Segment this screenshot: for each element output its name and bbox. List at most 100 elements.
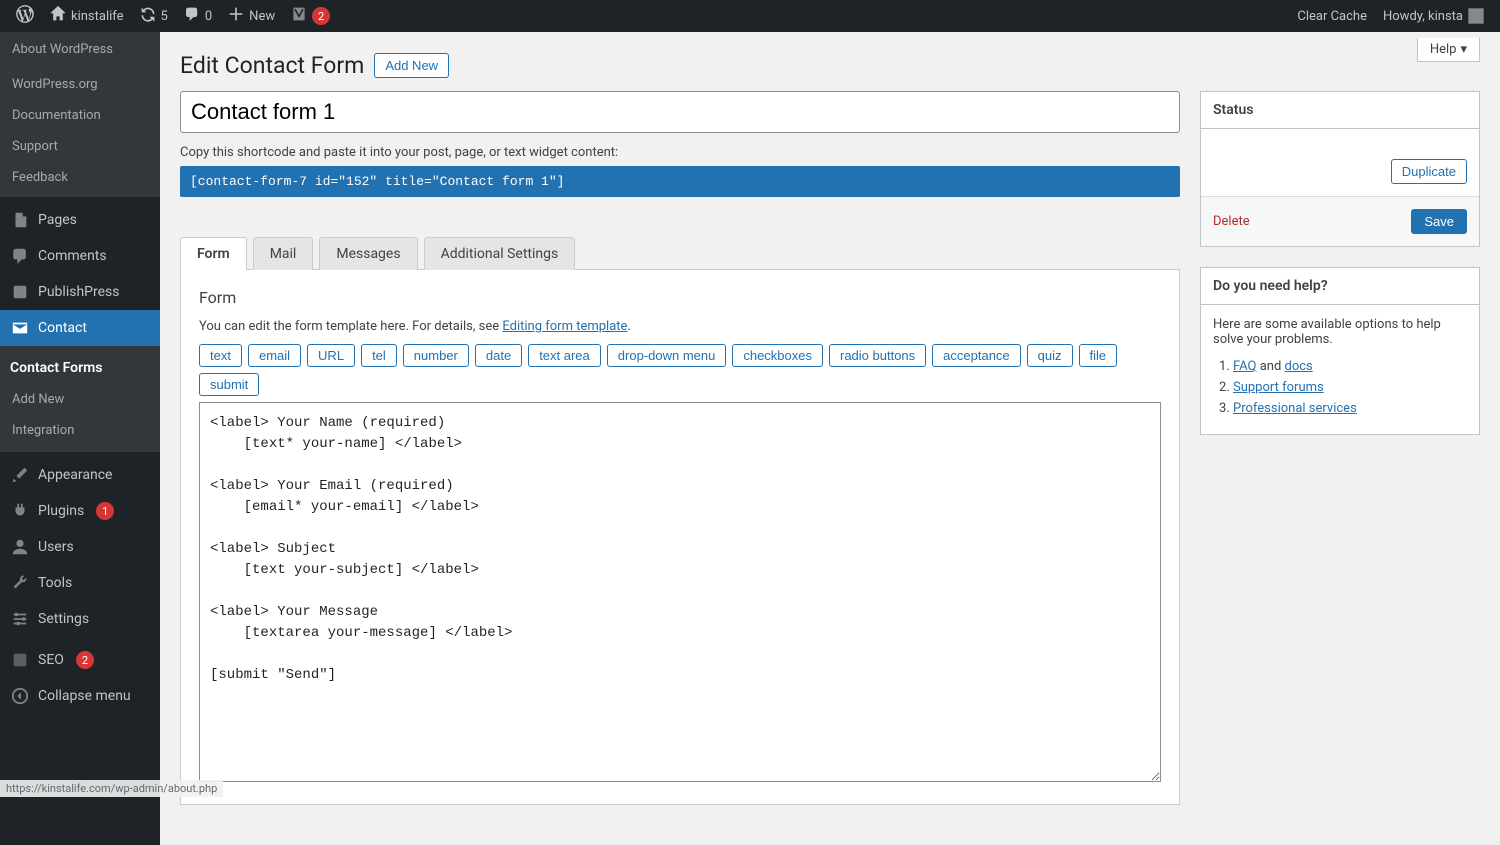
sidebar-collapse[interactable]: Collapse menu	[0, 678, 160, 714]
status-box: Status Duplicate Delete Save	[1200, 91, 1480, 247]
tag-button-email[interactable]: email	[248, 344, 301, 367]
yoast-icon	[291, 6, 307, 26]
sidebar-item-contact[interactable]: Contact	[0, 310, 160, 346]
pro-services-link[interactable]: Professional services	[1233, 401, 1357, 416]
tab-form[interactable]: Form	[180, 237, 247, 270]
new-content-link[interactable]: New	[220, 0, 283, 32]
account-link[interactable]: Howdy, kinsta	[1375, 0, 1492, 32]
help-item-support: Support forums	[1233, 380, 1467, 395]
user-icon	[10, 537, 30, 557]
home-icon	[50, 6, 66, 26]
help-box-intro: Here are some available options to help …	[1213, 317, 1467, 347]
support-forums-link[interactable]: Support forums	[1233, 380, 1324, 395]
sidebar-item-about[interactable]: About WordPress	[0, 32, 160, 65]
tag-button-text-area[interactable]: text area	[528, 344, 601, 367]
wp-logo[interactable]	[8, 0, 42, 32]
site-name-link[interactable]: kinstalife	[42, 0, 132, 32]
tag-button-text[interactable]: text	[199, 344, 242, 367]
help-box-title: Do you need help?	[1201, 268, 1479, 305]
tag-button-date[interactable]: date	[475, 344, 522, 367]
tag-button-quiz[interactable]: quiz	[1027, 344, 1073, 367]
sidebar-item-feedback[interactable]: Feedback	[0, 162, 160, 193]
admin-bar: kinstalife 5 0 New 2 Clear Cache Howdy, …	[0, 0, 1500, 32]
pages-icon	[10, 210, 30, 230]
comments-icon	[10, 246, 30, 266]
tag-button-drop-down-menu[interactable]: drop-down menu	[607, 344, 727, 367]
publishpress-icon	[10, 282, 30, 302]
tag-button-acceptance[interactable]: acceptance	[932, 344, 1021, 367]
tag-buttons: text email URL tel number date text area drop-d…	[199, 344, 1161, 396]
clear-cache-link[interactable]: Clear Cache	[1289, 0, 1375, 32]
sidebar-item-support[interactable]: Support	[0, 131, 160, 162]
status-box-title: Status	[1201, 92, 1479, 129]
duplicate-button[interactable]: Duplicate	[1391, 159, 1467, 184]
tab-messages[interactable]: Messages	[319, 237, 417, 270]
tab-additional[interactable]: Additional Settings	[424, 237, 576, 270]
admin-sidebar: About WordPress WordPress.org Documentat…	[0, 32, 160, 845]
tag-button-file[interactable]: file	[1079, 344, 1118, 367]
sidebar-item-settings[interactable]: Settings	[0, 601, 160, 637]
sidebar-item-comments[interactable]: Comments	[0, 238, 160, 274]
sidebar-item-pages[interactable]: Pages	[0, 202, 160, 238]
sidebar-item-users[interactable]: Users	[0, 529, 160, 565]
tab-mail[interactable]: Mail	[253, 237, 314, 270]
plus-icon	[228, 6, 244, 26]
page-title: Edit Contact Form	[180, 52, 364, 79]
form-template-textarea[interactable]	[199, 402, 1161, 782]
avatar	[1468, 8, 1484, 24]
seo-count-badge: 2	[76, 651, 94, 669]
sidebar-item-plugins[interactable]: Plugins1	[0, 493, 160, 529]
form-panel-desc: You can edit the form template here. For…	[199, 319, 1161, 334]
chevron-down-icon: ▾	[1460, 42, 1467, 57]
docs-link[interactable]: docs	[1285, 359, 1313, 374]
comments-count: 0	[205, 9, 212, 24]
tab-panel-form: Form You can edit the form template here…	[180, 269, 1180, 805]
faq-link[interactable]: FAQ	[1233, 359, 1256, 374]
mail-icon	[10, 318, 30, 338]
tag-button-radio-buttons[interactable]: radio buttons	[829, 344, 926, 367]
sidebar-item-appearance[interactable]: Appearance	[0, 457, 160, 493]
wrench-icon	[10, 573, 30, 593]
collapse-icon	[10, 686, 30, 706]
tag-button-checkboxes[interactable]: checkboxes	[732, 344, 823, 367]
plug-icon	[10, 501, 30, 521]
main-content: Help▾ Edit Contact Form Add New Copy thi…	[160, 32, 1500, 845]
shortcode-box[interactable]: [contact-form-7 id="152" title="Contact …	[180, 166, 1180, 197]
tag-button-number[interactable]: number	[403, 344, 469, 367]
updates-count: 5	[161, 9, 168, 24]
yoast-count-badge: 2	[312, 7, 330, 25]
help-box: Do you need help? Here are some availabl…	[1200, 267, 1480, 435]
sidebar-item-integration[interactable]: Integration	[0, 415, 160, 446]
browser-status-url: https://kinstalife.com/wp-admin/about.ph…	[0, 780, 223, 797]
help-item-pro: Professional services	[1233, 401, 1467, 416]
sidebar-item-seo[interactable]: SEO2	[0, 642, 160, 678]
brush-icon	[10, 465, 30, 485]
wordpress-icon	[16, 5, 34, 27]
comments-link[interactable]: 0	[176, 0, 220, 32]
add-new-button[interactable]: Add New	[374, 53, 449, 78]
save-button[interactable]: Save	[1411, 209, 1467, 234]
sidebar-item-add-new[interactable]: Add New	[0, 384, 160, 415]
tabs-nav: Form Mail Messages Additional Settings	[180, 237, 1180, 270]
sliders-icon	[10, 609, 30, 629]
sidebar-item-tools[interactable]: Tools	[0, 565, 160, 601]
tag-button-URL[interactable]: URL	[307, 344, 355, 367]
sidebar-item-wporg[interactable]: WordPress.org	[0, 69, 160, 100]
sidebar-item-contact-forms[interactable]: Contact Forms	[0, 352, 160, 384]
editing-template-link[interactable]: Editing form template	[502, 319, 627, 334]
yoast-icon	[10, 650, 30, 670]
sidebar-item-publishpress[interactable]: PublishPress	[0, 274, 160, 310]
tag-button-submit[interactable]: submit	[199, 373, 259, 396]
new-label: New	[249, 9, 275, 24]
yoast-link[interactable]: 2	[283, 0, 338, 32]
comment-icon	[184, 6, 200, 26]
updates-link[interactable]: 5	[132, 0, 176, 32]
form-title-input[interactable]	[180, 91, 1180, 133]
refresh-icon	[140, 6, 156, 26]
tag-button-tel[interactable]: tel	[361, 344, 397, 367]
delete-link[interactable]: Delete	[1213, 214, 1250, 229]
shortcode-hint: Copy this shortcode and paste it into yo…	[180, 145, 1180, 160]
help-tab[interactable]: Help▾	[1417, 38, 1480, 62]
howdy-text: Howdy, kinsta	[1383, 9, 1463, 24]
sidebar-item-docs[interactable]: Documentation	[0, 100, 160, 131]
